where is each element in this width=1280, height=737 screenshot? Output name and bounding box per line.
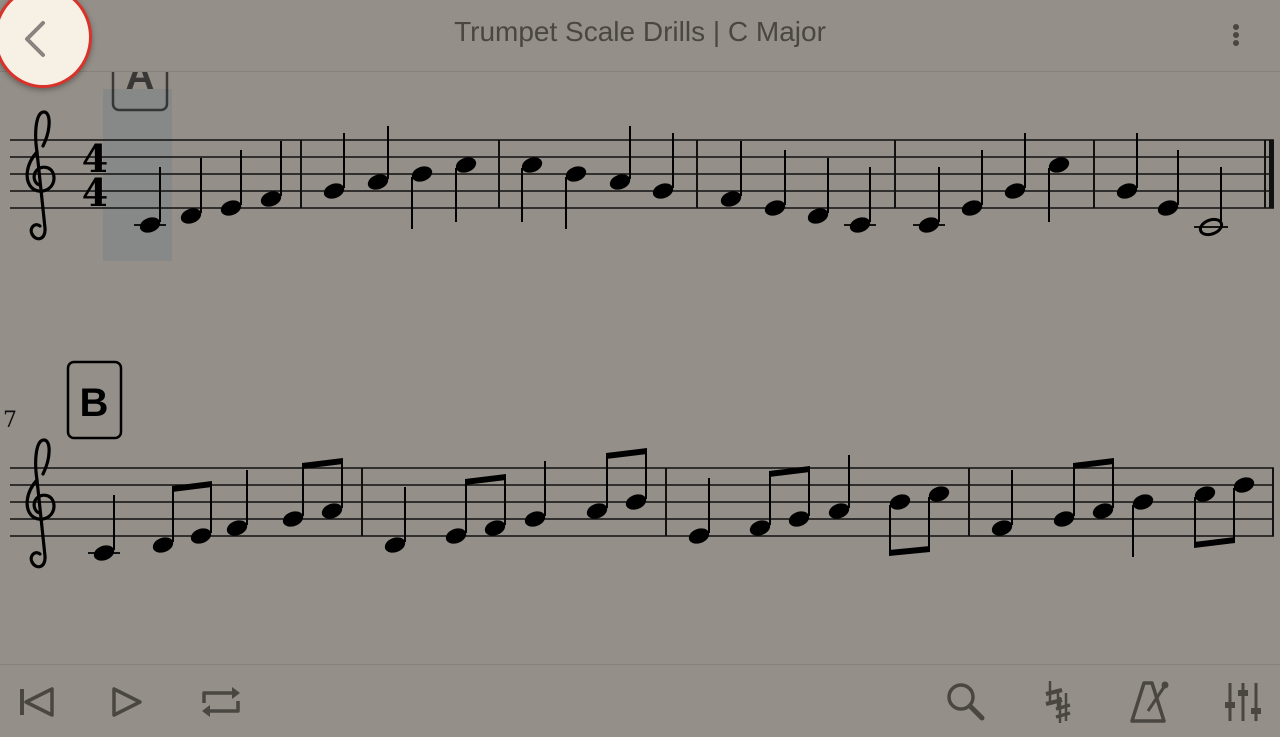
search-icon <box>947 683 985 721</box>
note[interactable] <box>913 167 945 235</box>
note[interactable] <box>322 133 347 201</box>
play-icon <box>112 687 142 717</box>
transpose-icon <box>1045 681 1071 723</box>
note[interactable] <box>520 155 545 222</box>
chevron-left-icon <box>25 21 45 57</box>
measure-number: 7 <box>3 408 17 433</box>
note[interactable] <box>719 141 744 209</box>
note[interactable] <box>259 141 284 209</box>
note[interactable] <box>1115 133 1140 201</box>
time-signature: 4 4 <box>82 136 108 215</box>
note[interactable] <box>1156 150 1181 218</box>
note[interactable] <box>651 133 676 201</box>
metronome-icon <box>1130 681 1169 723</box>
note[interactable] <box>844 167 876 235</box>
repeat-button[interactable] <box>196 677 246 727</box>
note[interactable] <box>410 164 435 229</box>
note[interactable] <box>960 150 985 218</box>
top-bar: Trumpet Scale Drills | C Major <box>0 0 1280 88</box>
skip-to-start-button[interactable] <box>12 677 62 727</box>
bottom-toolbar <box>0 664 1280 737</box>
search-button[interactable] <box>940 677 990 727</box>
score-area: A 4 4 7 B <box>3 72 1274 569</box>
note[interactable] <box>523 461 548 529</box>
final-barline <box>1269 140 1274 208</box>
note[interactable] <box>564 164 589 229</box>
rehearsal-mark-b-label: B <box>80 381 109 425</box>
time-signature-denominator: 4 <box>82 170 108 215</box>
notes-line-1 <box>134 126 1228 237</box>
treble-clef <box>25 110 56 241</box>
note[interactable] <box>366 126 391 192</box>
staff-line-1 <box>10 139 1274 209</box>
eighth-pair[interactable] <box>888 484 952 556</box>
note[interactable] <box>88 495 120 563</box>
note[interactable] <box>827 455 852 521</box>
note[interactable] <box>383 487 408 555</box>
more-options-button[interactable] <box>1222 20 1250 52</box>
mixer-button[interactable] <box>1218 677 1268 727</box>
mixer-icon <box>1225 683 1261 721</box>
note[interactable] <box>687 478 712 546</box>
note[interactable] <box>179 158 204 226</box>
note[interactable] <box>763 150 788 218</box>
note[interactable] <box>219 150 244 218</box>
note[interactable] <box>806 158 831 226</box>
metronome-button[interactable] <box>1124 677 1174 727</box>
note[interactable] <box>454 155 479 222</box>
rehearsal-mark-a-label: A <box>126 72 155 98</box>
play-button[interactable] <box>102 677 152 727</box>
note[interactable] <box>1047 155 1072 222</box>
current-position-highlight <box>103 89 172 261</box>
note[interactable] <box>608 126 633 192</box>
note[interactable] <box>1131 492 1156 557</box>
rehearsal-mark-b[interactable]: B <box>66 360 123 440</box>
half-note[interactable] <box>1194 167 1228 237</box>
repeat-icon <box>202 687 240 717</box>
note[interactable] <box>990 470 1015 538</box>
more-vertical-icon <box>1233 24 1239 46</box>
eighth-pair[interactable] <box>151 481 214 555</box>
note[interactable] <box>225 470 250 538</box>
treble-clef <box>25 438 56 569</box>
transpose-button[interactable] <box>1034 677 1084 727</box>
notes-line-2 <box>88 448 1255 563</box>
skip-to-start-icon <box>20 687 54 717</box>
note[interactable] <box>1003 133 1028 201</box>
page-title: Trumpet Scale Drills | C Major <box>454 16 826 47</box>
